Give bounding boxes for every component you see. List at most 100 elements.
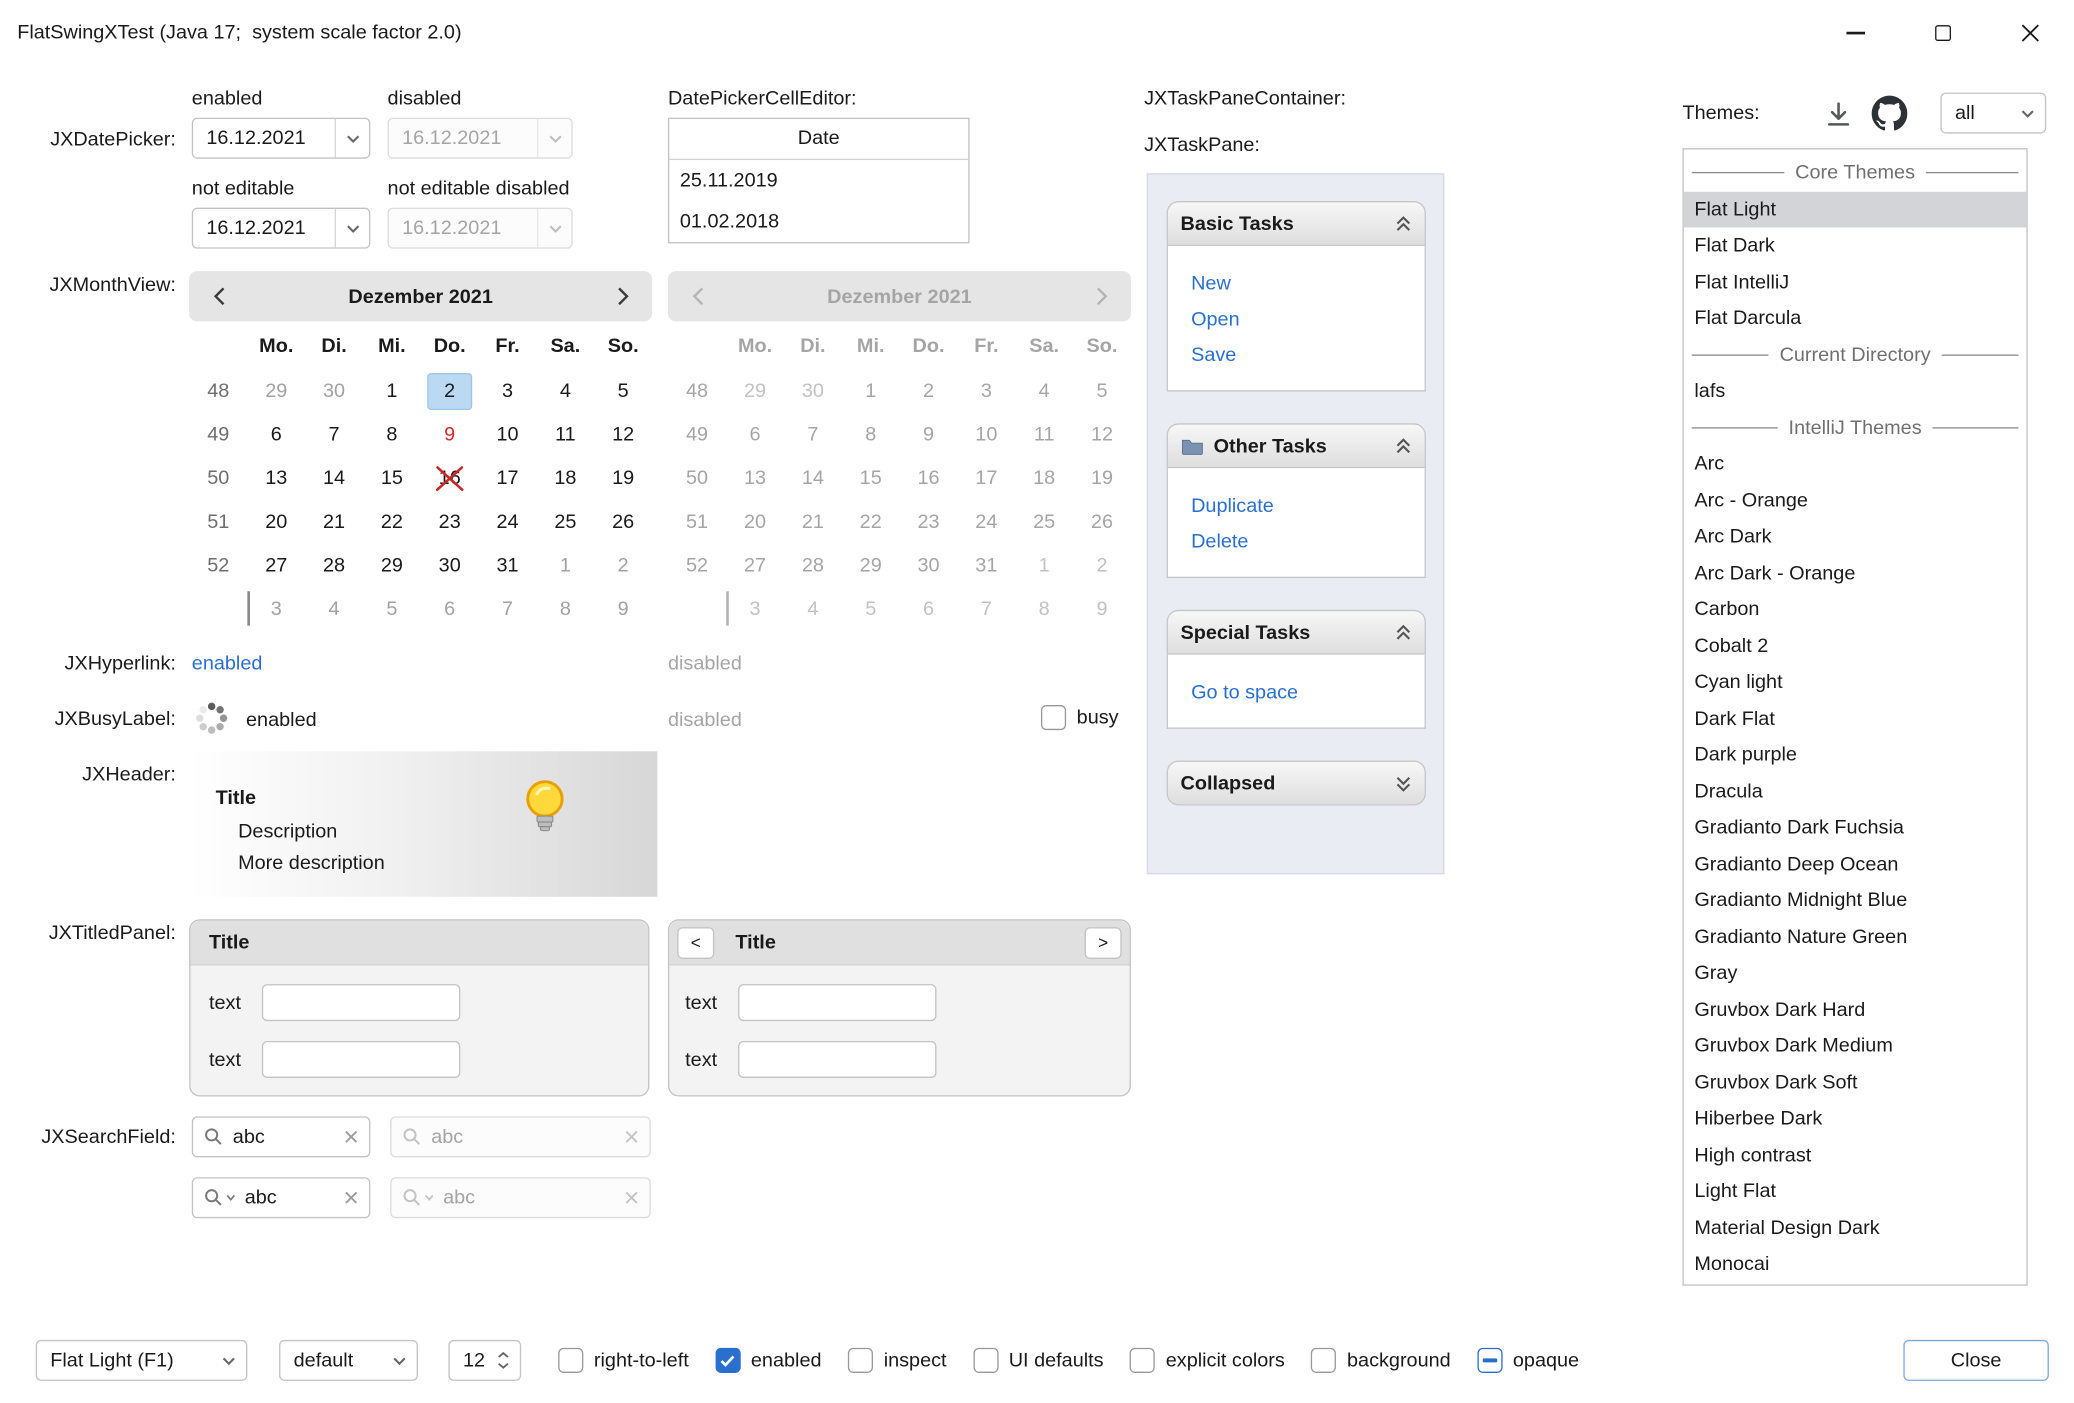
- theme-list-item[interactable]: Cyan light: [1684, 664, 2027, 700]
- calendar-day[interactable]: 1: [363, 369, 421, 413]
- checkbox-inspect[interactable]: inspect: [848, 1348, 947, 1373]
- calendar-day[interactable]: 24: [479, 500, 537, 544]
- table-column-header[interactable]: Date: [669, 119, 968, 160]
- checkbox-enabled[interactable]: enabled: [715, 1348, 821, 1373]
- close-button[interactable]: Close: [1903, 1340, 2048, 1381]
- calendar-day[interactable]: 15: [363, 456, 421, 500]
- datepicker-not-editable[interactable]: 16.12.2021: [192, 208, 371, 249]
- calendar-day[interactable]: 9: [594, 587, 652, 631]
- calendar-day[interactable]: 11: [536, 413, 594, 457]
- style-combo[interactable]: default: [279, 1340, 418, 1381]
- calendar-day[interactable]: 30: [305, 369, 363, 413]
- theme-list-item[interactable]: Arc - Orange: [1684, 482, 2027, 518]
- calendar-day[interactable]: 21: [305, 500, 363, 544]
- theme-list-item[interactable]: Gruvbox Dark Medium: [1684, 1028, 2027, 1064]
- minimize-button[interactable]: [1812, 0, 1899, 66]
- calendar-day[interactable]: 29: [363, 544, 421, 588]
- chevron-down-icon[interactable]: [335, 209, 369, 247]
- theme-list-item[interactable]: Gradianto Midnight Blue: [1684, 882, 2027, 918]
- taskpane-link[interactable]: New: [1191, 266, 1424, 302]
- chevron-down-icon[interactable]: [335, 119, 369, 157]
- theme-list-item[interactable]: Gruvbox Dark Hard: [1684, 991, 2027, 1027]
- calendar-day[interactable]: 6: [247, 413, 305, 457]
- theme-list-item[interactable]: Gradianto Nature Green: [1684, 919, 2027, 955]
- checkbox-explicit-colors[interactable]: explicit colors: [1130, 1348, 1285, 1373]
- datepicker-enabled[interactable]: 16.12.2021: [192, 118, 371, 159]
- calendar-day[interactable]: 7: [479, 587, 537, 631]
- taskpane-header[interactable]: Other Tasks: [1166, 423, 1425, 468]
- text-input[interactable]: [738, 984, 936, 1021]
- calendar-day[interactable]: 29: [247, 369, 305, 413]
- theme-list-item[interactable]: Gray: [1684, 955, 2027, 991]
- checkbox-ui-defaults[interactable]: UI defaults: [973, 1348, 1104, 1373]
- taskpane-link[interactable]: Delete: [1191, 524, 1424, 560]
- calendar-day[interactable]: 13: [247, 456, 305, 500]
- theme-list-item[interactable]: Material Design Dark: [1684, 1210, 2027, 1246]
- theme-list-item[interactable]: Gruvbox Dark Soft: [1684, 1064, 2027, 1100]
- taskpane-link[interactable]: Go to space: [1191, 675, 1424, 711]
- calendar-day[interactable]: 22: [363, 500, 421, 544]
- close-window-button[interactable]: [1987, 0, 2074, 66]
- taskpane-header[interactable]: Basic Tasks: [1166, 201, 1425, 246]
- hyperlink-enabled[interactable]: enabled: [192, 652, 263, 674]
- theme-list-item[interactable]: Gradianto Dark Fuchsia: [1684, 809, 2027, 845]
- search-menu-chevron-icon[interactable]: [226, 1194, 235, 1201]
- theme-list-item[interactable]: Dark purple: [1684, 737, 2027, 773]
- theme-list-item[interactable]: Arc Dark: [1684, 518, 2027, 554]
- spinner-up-icon[interactable]: [497, 1352, 509, 1359]
- calendar-day[interactable]: 2: [421, 369, 479, 413]
- taskpane-link[interactable]: Duplicate: [1191, 488, 1424, 524]
- calendar-day[interactable]: 5: [363, 587, 421, 631]
- calendar-day[interactable]: 8: [536, 587, 594, 631]
- themes-filter-combo[interactable]: all: [1940, 93, 2046, 134]
- checkbox-busy[interactable]: busy: [1041, 705, 1119, 730]
- taskpane-link[interactable]: Open: [1191, 302, 1424, 338]
- laf-combo[interactable]: Flat Light (F1): [36, 1340, 248, 1381]
- theme-list-item[interactable]: High contrast: [1684, 1137, 2027, 1173]
- calendar-day[interactable]: 23: [421, 500, 479, 544]
- theme-list-item[interactable]: Cobalt 2: [1684, 628, 2027, 664]
- calendar-day[interactable]: 4: [536, 369, 594, 413]
- calendar-day[interactable]: 27: [247, 544, 305, 588]
- calendar-day[interactable]: 6: [421, 587, 479, 631]
- theme-list-item[interactable]: Flat Darcula: [1684, 300, 2027, 336]
- search-field-with-menu[interactable]: [192, 1177, 371, 1218]
- clear-icon[interactable]: [344, 1190, 359, 1205]
- theme-list-item[interactable]: Gradianto Deep Ocean: [1684, 846, 2027, 882]
- spinner-down-icon[interactable]: [497, 1362, 509, 1369]
- theme-list-item[interactable]: Monocai: [1684, 1246, 2027, 1282]
- github-link-button[interactable]: [1872, 95, 1908, 131]
- theme-list-item[interactable]: Dark Flat: [1684, 700, 2027, 736]
- theme-list-item[interactable]: Arc: [1684, 446, 2027, 482]
- calendar-day[interactable]: 2: [594, 544, 652, 588]
- calendar-day[interactable]: 12: [594, 413, 652, 457]
- calendar-day[interactable]: 3: [479, 369, 537, 413]
- calendar-day[interactable]: 1: [536, 544, 594, 588]
- calendar-day[interactable]: 14: [305, 456, 363, 500]
- checkbox-background[interactable]: background: [1311, 1348, 1450, 1373]
- theme-list-item[interactable]: Nord: [1684, 1282, 2027, 1285]
- clear-icon[interactable]: [344, 1130, 359, 1145]
- table-row[interactable]: 01.02.2018: [669, 201, 968, 242]
- calendar-day[interactable]: 4: [305, 587, 363, 631]
- calendar-day[interactable]: 31: [479, 544, 537, 588]
- calendar-day[interactable]: 17: [479, 456, 537, 500]
- search-field-enabled[interactable]: [192, 1116, 371, 1157]
- calendar-day[interactable]: 9: [421, 413, 479, 457]
- theme-list-item[interactable]: Hiberbee Dark: [1684, 1100, 2027, 1136]
- taskpane-header[interactable]: Special Tasks: [1166, 610, 1425, 655]
- calendar-day[interactable]: 26: [594, 500, 652, 544]
- calendar-day[interactable]: 10: [479, 413, 537, 457]
- theme-list-item[interactable]: lafs: [1684, 373, 2027, 409]
- calendar-day[interactable]: 25: [536, 500, 594, 544]
- checkbox-right-to-left[interactable]: right-to-left: [558, 1348, 689, 1373]
- checkbox-opaque[interactable]: opaque: [1477, 1348, 1579, 1373]
- theme-list-item[interactable]: Arc Dark - Orange: [1684, 555, 2027, 591]
- theme-list-item[interactable]: Dracula: [1684, 773, 2027, 809]
- font-size-spinner[interactable]: 12: [448, 1340, 521, 1381]
- titledpanel-left-button[interactable]: <: [677, 927, 714, 959]
- calendar-day[interactable]: 8: [363, 413, 421, 457]
- search-input[interactable]: [235, 1186, 343, 1208]
- theme-list-item[interactable]: Flat Dark: [1684, 228, 2027, 264]
- table-row[interactable]: 25.11.2019: [669, 160, 968, 201]
